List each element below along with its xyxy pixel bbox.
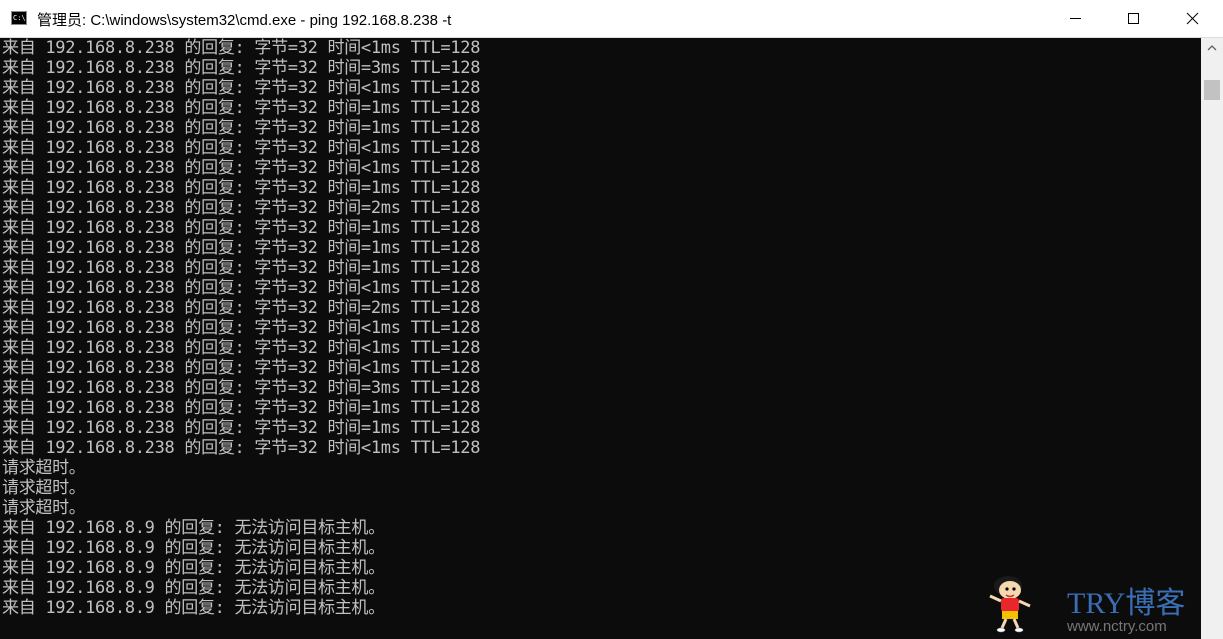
maximize-button[interactable] (1105, 0, 1163, 37)
console-line: 来自 192.168.8.238 的回复: 字节=32 时间=1ms TTL=1… (2, 118, 481, 138)
title-bar[interactable]: C:\ 管理员: C:\windows\system32\cmd.exe - p… (0, 0, 1223, 38)
console-line: 来自 192.168.8.9 的回复: 无法访问目标主机。 (2, 578, 385, 598)
console-line: 来自 192.168.8.238 的回复: 字节=32 时间=1ms TTL=1… (2, 178, 481, 198)
console-line: 请求超时。 (2, 478, 86, 498)
console-line: 来自 192.168.8.238 的回复: 字节=32 时间=1ms TTL=1… (2, 258, 481, 278)
console-line: 来自 192.168.8.238 的回复: 字节=32 时间=3ms TTL=1… (2, 378, 481, 398)
watermark-url: www.nctry.com (1067, 618, 1167, 635)
console-line: 来自 192.168.8.9 的回复: 无法访问目标主机。 (2, 558, 385, 578)
console-line: 来自 192.168.8.238 的回复: 字节=32 时间<1ms TTL=1… (2, 78, 481, 98)
console-line: 来自 192.168.8.238 的回复: 字节=32 时间<1ms TTL=1… (2, 438, 481, 458)
vertical-scrollbar[interactable] (1201, 38, 1223, 639)
watermark-brand: TRY博客 (1067, 587, 1186, 620)
console-line: 来自 192.168.8.238 的回复: 字节=32 时间<1ms TTL=1… (2, 38, 481, 58)
chevron-up-icon (1207, 45, 1217, 51)
watermark: TRY博客 www.nctry.com (975, 570, 1195, 636)
console-line: 来自 192.168.8.9 的回复: 无法访问目标主机。 (2, 518, 385, 538)
console-line: 来自 192.168.8.238 的回复: 字节=32 时间=1ms TTL=1… (2, 418, 481, 438)
scroll-up-button[interactable] (1201, 38, 1223, 58)
console-output[interactable]: 来自 192.168.8.238 的回复: 字节=32 时间<1ms TTL=1… (0, 38, 1201, 639)
console-line: 来自 192.168.8.238 的回复: 字节=32 时间<1ms TTL=1… (2, 278, 481, 298)
console-line: 来自 192.168.8.238 的回复: 字节=32 时间<1ms TTL=1… (2, 338, 481, 358)
console-line: 来自 192.168.8.238 的回复: 字节=32 时间=2ms TTL=1… (2, 198, 481, 218)
console-line: 来自 192.168.8.238 的回复: 字节=32 时间<1ms TTL=1… (2, 138, 481, 158)
console-line: 来自 192.168.8.9 的回复: 无法访问目标主机。 (2, 598, 385, 618)
minimize-icon (1070, 18, 1081, 19)
console-line: 来自 192.168.8.238 的回复: 字节=32 时间<1ms TTL=1… (2, 158, 481, 178)
scroll-thumb[interactable] (1204, 80, 1220, 100)
console-line: 来自 192.168.8.9 的回复: 无法访问目标主机。 (2, 538, 385, 558)
console-line: 来自 192.168.8.238 的回复: 字节=32 时间=1ms TTL=1… (2, 218, 481, 238)
close-button[interactable] (1163, 0, 1223, 37)
console-line: 请求超时。 (2, 498, 86, 518)
close-icon (1186, 12, 1199, 25)
console-line: 来自 192.168.8.238 的回复: 字节=32 时间=3ms TTL=1… (2, 58, 481, 78)
console-line: 来自 192.168.8.238 的回复: 字节=32 时间<1ms TTL=1… (2, 358, 481, 378)
console-line: 来自 192.168.8.238 的回复: 字节=32 时间=1ms TTL=1… (2, 238, 481, 258)
console-line: 来自 192.168.8.238 的回复: 字节=32 时间=1ms TTL=1… (2, 98, 481, 118)
console-line: 请求超时。 (2, 458, 86, 478)
maximize-icon (1128, 13, 1139, 24)
console-line: 来自 192.168.8.238 的回复: 字节=32 时间<1ms TTL=1… (2, 318, 481, 338)
window-title: 管理员: C:\windows\system32\cmd.exe - ping … (37, 12, 452, 29)
minimize-button[interactable] (1047, 0, 1105, 37)
cmd-app-icon[interactable]: C:\ (11, 11, 27, 25)
cartoon-mascot-icon (989, 576, 1031, 633)
console-line: 来自 192.168.8.238 的回复: 字节=32 时间=2ms TTL=1… (2, 298, 481, 318)
console-line: 来自 192.168.8.238 的回复: 字节=32 时间=1ms TTL=1… (2, 398, 481, 418)
